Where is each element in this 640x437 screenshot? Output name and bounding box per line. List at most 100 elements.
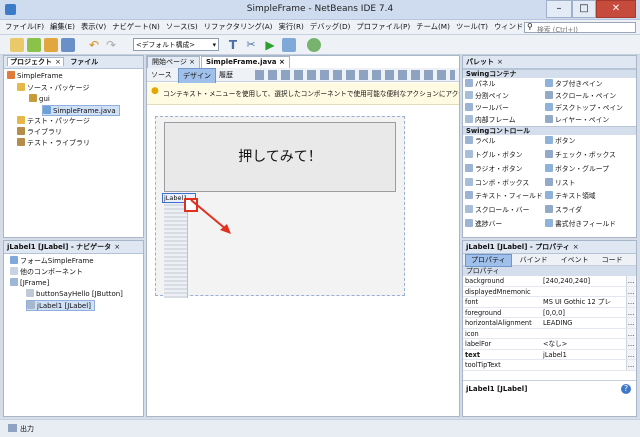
search-box[interactable]: ⚲ 検索 (Ctrl+I): [524, 22, 636, 34]
close-icon[interactable]: ×: [573, 243, 579, 251]
ellipsis-button[interactable]: …: [626, 318, 635, 328]
palette-item-controls-5[interactable]: ボタン・グループ: [545, 163, 625, 175]
palette-item-controls-9[interactable]: テキスト領域: [545, 190, 625, 202]
minimize-button[interactable]: –: [546, 0, 572, 18]
config-combo[interactable]: <デフォルト構成> ▾: [133, 38, 219, 51]
tree-item-test-libraries[interactable]: テスト・ライブラリ: [17, 138, 90, 149]
property-value[interactable]: [0,0,0]: [541, 308, 626, 318]
palette-item-containers-0[interactable]: パネル: [465, 78, 545, 90]
debug-icon[interactable]: [282, 38, 296, 52]
tab-start-page[interactable]: 開始ページ ×: [147, 56, 200, 68]
properties-tab-1[interactable]: バインド: [515, 255, 553, 266]
output-tab[interactable]: 出力: [20, 424, 34, 434]
tree-item-libraries[interactable]: ライブラリ: [17, 127, 62, 138]
nav-item-form[interactable]: フォームSimpleFrame: [10, 256, 94, 267]
property-row[interactable]: background [240,240,240]…: [463, 276, 636, 287]
property-value[interactable]: [541, 360, 626, 370]
profile-icon[interactable]: [307, 38, 321, 52]
properties-tab-2[interactable]: イベント: [556, 255, 594, 266]
palette-category-containers[interactable]: Swingコンテナ: [463, 69, 636, 78]
menu-item-7[interactable]: デバッグ(D): [307, 20, 354, 34]
menu-item-10[interactable]: ツール(T): [453, 20, 491, 34]
palette-item-controls-7[interactable]: リスト: [545, 177, 625, 189]
nav-item-jframe[interactable]: [JFrame]: [10, 278, 49, 289]
palette-item-controls-10[interactable]: スクロール・バー: [465, 204, 545, 216]
say-hello-button[interactable]: 押してみて！: [164, 122, 396, 192]
property-row[interactable]: icon…: [463, 328, 636, 339]
menu-item-1[interactable]: 編集(E): [47, 20, 78, 34]
property-value[interactable]: [541, 287, 626, 297]
palette-item-containers-2[interactable]: 分割ペイン: [465, 90, 545, 102]
ellipsis-button[interactable]: …: [626, 360, 635, 370]
property-row[interactable]: displayedMnemonic…: [463, 286, 636, 297]
palette-item-controls-6[interactable]: コンボ・ボックス: [465, 177, 545, 189]
palette-item-containers-7[interactable]: レイヤー・ペイン: [545, 114, 625, 126]
close-icon[interactable]: ×: [279, 58, 285, 66]
build-hammer-icon[interactable]: T: [226, 38, 240, 52]
close-window-button[interactable]: ✕: [596, 0, 636, 18]
menu-item-6[interactable]: 実行(R): [276, 20, 307, 34]
property-value[interactable]: [240,240,240]: [541, 276, 626, 286]
maximize-button[interactable]: □: [572, 0, 596, 18]
ellipsis-button[interactable]: …: [626, 328, 635, 338]
run-icon[interactable]: ▶: [263, 38, 277, 52]
ellipsis-button[interactable]: …: [626, 339, 635, 349]
property-value[interactable]: jLabel1: [541, 350, 626, 360]
property-row[interactable]: foreground [0,0,0]…: [463, 307, 636, 318]
ellipsis-button[interactable]: …: [626, 307, 635, 317]
new-project-icon[interactable]: [27, 38, 41, 52]
palette-item-controls-4[interactable]: ラジオ・ボタン: [465, 163, 545, 175]
property-row[interactable]: toolTipText…: [463, 360, 636, 371]
open-project-icon[interactable]: [44, 38, 58, 52]
palette-item-controls-11[interactable]: スライダ: [545, 204, 625, 216]
palette-item-controls-2[interactable]: トグル・ボタン: [465, 149, 545, 161]
nav-item-button[interactable]: buttonSayHello [JButton]: [26, 289, 123, 300]
menu-item-5[interactable]: リファクタリング(A): [201, 20, 276, 34]
close-icon[interactable]: ×: [55, 58, 61, 66]
ellipsis-button[interactable]: …: [626, 297, 635, 307]
property-value[interactable]: <なし>: [541, 339, 626, 349]
menu-item-0[interactable]: ファイル(F): [2, 20, 47, 34]
palette-item-containers-3[interactable]: スクロール・ペイン: [545, 90, 625, 102]
tab-simpleframe-java[interactable]: SimpleFrame.java ×: [200, 56, 290, 68]
ellipsis-button[interactable]: …: [626, 276, 635, 286]
nav-item-other-components[interactable]: 他のコンポーネント: [10, 267, 83, 278]
palette-item-containers-4[interactable]: ツールバー: [465, 102, 545, 114]
tab-history[interactable]: 履歴: [219, 70, 233, 80]
palette-item-controls-13[interactable]: 書式付きフィールド: [545, 218, 625, 230]
ellipsis-button[interactable]: …: [626, 349, 635, 359]
palette-item-containers-5[interactable]: デスクトップ・ペイン: [545, 102, 625, 114]
help-icon[interactable]: ?: [621, 384, 631, 394]
menu-item-9[interactable]: チーム(M): [413, 20, 453, 34]
nav-item-jlabel[interactable]: jLabel1 [JLabel]: [26, 300, 95, 311]
palette-item-containers-6[interactable]: 内部フレーム: [465, 114, 545, 126]
property-row[interactable]: horizontalAlignment LEADING…: [463, 318, 636, 329]
clean-build-icon[interactable]: ✂: [244, 38, 258, 52]
palette-category-controls[interactable]: Swingコントロール: [463, 126, 636, 135]
menu-item-4[interactable]: ソース(S): [163, 20, 201, 34]
palette-item-controls-1[interactable]: ボタン: [545, 135, 625, 147]
property-value[interactable]: MS UI Gothic 12 プレ: [541, 297, 626, 307]
palette-item-controls-12[interactable]: 進捗バー: [465, 218, 545, 230]
property-row[interactable]: font MS UI Gothic 12 プレ…: [463, 297, 636, 308]
properties-tab-3[interactable]: コード: [597, 255, 628, 266]
property-row[interactable]: labelFor <なし>…: [463, 339, 636, 350]
close-icon[interactable]: ×: [114, 243, 120, 251]
tab-files[interactable]: ファイル: [70, 58, 98, 66]
property-value[interactable]: [541, 329, 626, 339]
menu-item-8[interactable]: プロファイル(P): [353, 20, 413, 34]
close-icon[interactable]: ×: [497, 58, 503, 66]
alignment-tools[interactable]: [255, 70, 455, 80]
palette-item-controls-3[interactable]: チェック・ボックス: [545, 149, 625, 161]
tree-item-source-packages[interactable]: ソース・パッケージ: [17, 83, 90, 94]
palette-item-controls-0[interactable]: ラベル: [465, 135, 545, 147]
undo-icon[interactable]: ↶: [87, 38, 101, 52]
property-value[interactable]: LEADING: [541, 318, 626, 328]
menu-item-2[interactable]: 表示(V): [78, 20, 109, 34]
palette-item-controls-8[interactable]: テキスト・フィールド: [465, 190, 545, 202]
tab-projects[interactable]: プロジェクト ×: [7, 57, 64, 66]
tree-item-gui-package[interactable]: gui: [29, 94, 50, 105]
tree-item-test-packages[interactable]: テスト・パッケージ: [17, 116, 90, 127]
redo-icon[interactable]: ↷: [104, 38, 118, 52]
menu-item-3[interactable]: ナビゲート(N): [109, 20, 163, 34]
